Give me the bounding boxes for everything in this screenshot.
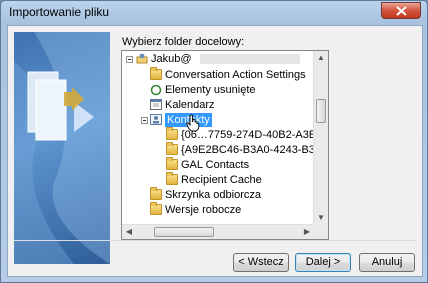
folder-icon	[150, 202, 162, 215]
collapse-toggle-contacts[interactable]	[141, 117, 148, 124]
contacts-icon	[150, 114, 162, 125]
horizontal-scroll-thumb[interactable]	[154, 227, 214, 237]
vertical-scrollbar[interactable]: ▲ ▼	[313, 51, 328, 225]
account-icon	[136, 53, 148, 64]
redacted-address	[200, 54, 300, 64]
import-dialog: Importowanie pliku Wybierz folder docelo…	[0, 0, 428, 283]
scroll-up-icon[interactable]: ▲	[314, 51, 328, 65]
window-title: Importowanie pliku	[9, 5, 110, 19]
folder-icon	[150, 67, 162, 80]
button-separator	[14, 240, 416, 241]
folder-icon	[166, 127, 178, 140]
back-button[interactable]: < Wstecz	[233, 253, 289, 272]
scroll-left-icon[interactable]: ◀	[122, 225, 136, 239]
title-bar[interactable]: Importowanie pliku	[1, 1, 427, 23]
next-button[interactable]: Dalej >	[295, 253, 351, 272]
folder-icon	[166, 142, 178, 155]
vertical-scroll-thumb[interactable]	[316, 99, 326, 123]
close-icon	[396, 6, 407, 16]
recycle-icon	[150, 84, 162, 96]
hand-cursor-icon	[186, 114, 200, 132]
close-button[interactable]	[381, 2, 421, 19]
folder-tree[interactable]: Jakub@ Conversation Action Settings Elem…	[121, 50, 329, 240]
destination-folder-label: Wybierz folder docelowy:	[122, 36, 245, 48]
collapse-toggle-account[interactable]	[126, 56, 133, 63]
scrollbar-corner	[314, 225, 328, 239]
wizard-banner-image	[14, 32, 110, 264]
calendar-icon	[150, 99, 162, 110]
scroll-right-icon[interactable]: ▶	[300, 225, 314, 239]
folder-icon	[150, 187, 162, 200]
folder-icon	[166, 157, 178, 170]
scroll-down-icon[interactable]: ▼	[314, 211, 328, 225]
cancel-button[interactable]: Anuluj	[359, 253, 415, 272]
horizontal-scrollbar[interactable]: ◀ ▶	[122, 224, 314, 239]
folder-icon	[166, 172, 178, 185]
dialog-body: Wybierz folder docelowy: Jakub@ Conversa…	[7, 25, 423, 277]
